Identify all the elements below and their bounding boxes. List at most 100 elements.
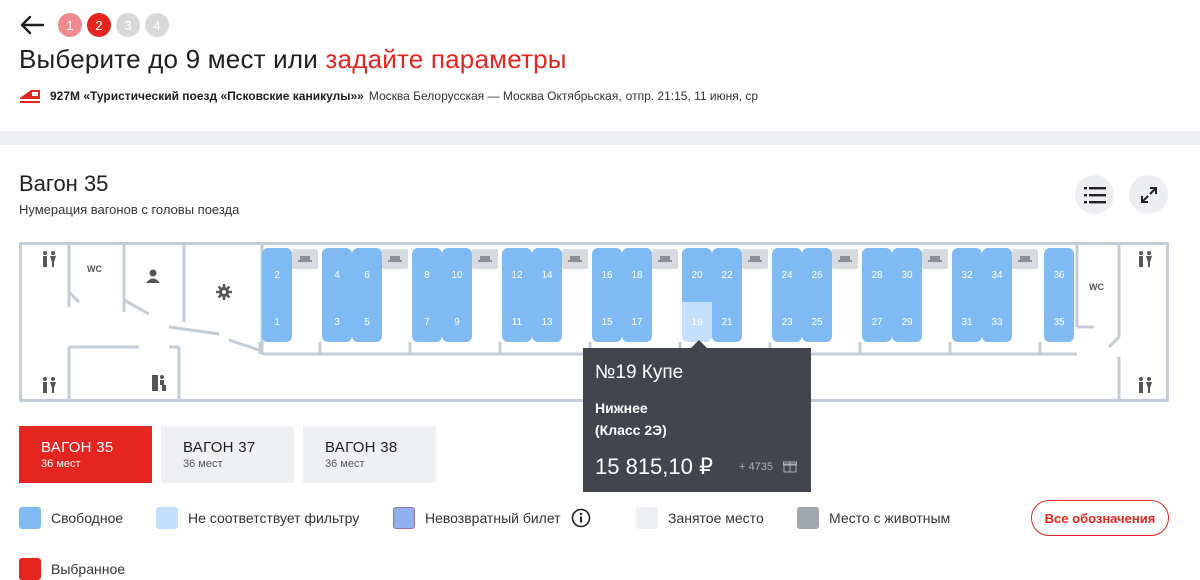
table-icon (832, 249, 858, 269)
table-icon (292, 249, 318, 269)
step-2: 2 (87, 13, 111, 37)
seat-11[interactable]: 11 (502, 302, 532, 342)
seat-22[interactable]: 22 (712, 248, 742, 304)
seat-20[interactable]: 20 (682, 248, 712, 304)
seat-18[interactable]: 18 (622, 248, 652, 304)
step-3: 3 (116, 13, 140, 37)
gear-icon (216, 284, 232, 300)
seat-28[interactable]: 28 (862, 248, 892, 304)
seat-21[interactable]: 21 (712, 302, 742, 342)
expand-icon (1140, 186, 1157, 203)
seat-30[interactable]: 30 (892, 248, 922, 304)
seat-27[interactable]: 27 (862, 302, 892, 342)
page-title: Выберите до 9 мест или задайте параметры (19, 44, 567, 75)
accessible-icon (152, 375, 166, 391)
seat-6[interactable]: 6 (352, 248, 382, 304)
restroom-icon-right (1139, 251, 1152, 267)
seat-25[interactable]: 25 (802, 302, 832, 342)
seat-29[interactable]: 29 (892, 302, 922, 342)
seat-15[interactable]: 15 (592, 302, 622, 342)
seat-12[interactable]: 12 (502, 248, 532, 304)
seat-10[interactable]: 10 (442, 248, 472, 304)
seat-2[interactable]: 2 (262, 248, 292, 304)
seat-26[interactable]: 26 (802, 248, 832, 304)
wagon-tab-label: ВАГОН 37 (183, 439, 256, 456)
restroom-icon-bottom-left (43, 377, 56, 393)
legend-label: Место с животным (829, 510, 951, 526)
seat-32[interactable]: 32 (952, 248, 982, 304)
legend-label: Не соответствует фильтру (188, 510, 360, 526)
legend-label: Выбранное (51, 561, 126, 577)
restroom-icon (43, 251, 56, 267)
legend-swatch-nonrefund (393, 507, 415, 529)
wagon-tab-seats: 36 мест (325, 458, 365, 470)
legend-selected: Выбранное (19, 558, 125, 580)
seat-3[interactable]: 3 (322, 302, 352, 342)
restroom-icon-bottom-right (1139, 377, 1152, 393)
all-symbols-button[interactable]: Все обозначения (1031, 500, 1169, 536)
list-icon (1083, 186, 1106, 203)
table-icon (1012, 249, 1038, 269)
legend-nonrefund: Невозвратный билет (393, 507, 591, 529)
seat-4[interactable]: 4 (322, 248, 352, 304)
seat-24[interactable]: 24 (772, 248, 802, 304)
seat-34[interactable]: 34 (982, 248, 1012, 304)
seat-19[interactable]: 19 (682, 302, 712, 342)
expand-button[interactable] (1129, 175, 1168, 214)
seat-36[interactable]: 36 (1044, 248, 1074, 304)
seat-8[interactable]: 8 (412, 248, 442, 304)
seat-7[interactable]: 7 (412, 302, 442, 342)
train-icon (20, 90, 40, 103)
train-info: 927М «Туристический поезд «Псковские кан… (19, 88, 758, 104)
table-icon (742, 249, 768, 269)
legend-pets: Место с животным (797, 507, 950, 529)
seat-tooltip: №19 Купе Нижнее (Класс 2Э) 15 815,10 ₽ +… (583, 348, 811, 492)
wagon-tab-label: ВАГОН 35 (41, 439, 114, 456)
wc-label-left: WC (87, 264, 102, 274)
tooltip-price: 15 815,10 ₽ (595, 454, 713, 479)
legend-label: Свободное (51, 510, 124, 526)
wagon-tab-seats: 36 мест (41, 458, 81, 470)
legend-swatch-pets (797, 507, 819, 529)
wagon-tab-37[interactable]: ВАГОН 37 36 мест (161, 426, 294, 483)
seat-13[interactable]: 13 (532, 302, 562, 342)
legend-swatch-occupied (636, 507, 658, 529)
seat-35[interactable]: 35 (1044, 302, 1074, 342)
table-icon (562, 249, 588, 269)
train-name: 927М «Туристический поезд «Псковские кан… (50, 89, 364, 103)
seat-16[interactable]: 16 (592, 248, 622, 304)
wagon-tab-35[interactable]: ВАГОН 35 36 мест (19, 426, 152, 483)
seat-31[interactable]: 31 (952, 302, 982, 342)
legend-label: Невозвратный билет (425, 510, 561, 526)
seat-17[interactable]: 17 (622, 302, 652, 342)
tooltip-heading: №19 Купе (595, 362, 684, 383)
legend-no-filter: Не соответствует фильтру (156, 507, 359, 529)
seat-9[interactable]: 9 (442, 302, 472, 342)
table-icon (382, 249, 408, 269)
table-icon (922, 249, 948, 269)
step-4: 4 (145, 13, 169, 37)
legend-swatch-free (19, 507, 41, 529)
seat-1[interactable]: 1 (262, 302, 292, 342)
title-text: Выберите до 9 мест или (19, 44, 326, 74)
train-route: Москва Белорусская — Москва Октябрьская, (368, 89, 622, 103)
step-1[interactable]: 1 (58, 13, 82, 37)
legend-swatch-no-filter (156, 507, 178, 529)
seat-33[interactable]: 33 (982, 302, 1012, 342)
legend-label: Занятое место (668, 510, 764, 526)
tooltip-bonus: + 4735 (739, 461, 773, 473)
set-parameters-link[interactable]: задайте параметры (325, 44, 566, 74)
wagon-tab-seats: 36 мест (183, 458, 223, 470)
seat-14[interactable]: 14 (532, 248, 562, 304)
section-divider (0, 131, 1200, 145)
seat-23[interactable]: 23 (772, 302, 802, 342)
info-icon[interactable] (571, 508, 591, 528)
list-view-button[interactable] (1075, 175, 1114, 214)
seat-5[interactable]: 5 (352, 302, 382, 342)
car-subtitle: Нумерация вагонов с головы поезда (19, 202, 240, 217)
back-arrow-icon[interactable] (18, 12, 46, 38)
tooltip-tier: Нижнее (595, 400, 648, 416)
wagon-tab-label: ВАГОН 38 (325, 439, 398, 456)
wagon-tab-38[interactable]: ВАГОН 38 36 мест (303, 426, 436, 483)
step-indicator: 1 2 3 4 (58, 13, 169, 37)
